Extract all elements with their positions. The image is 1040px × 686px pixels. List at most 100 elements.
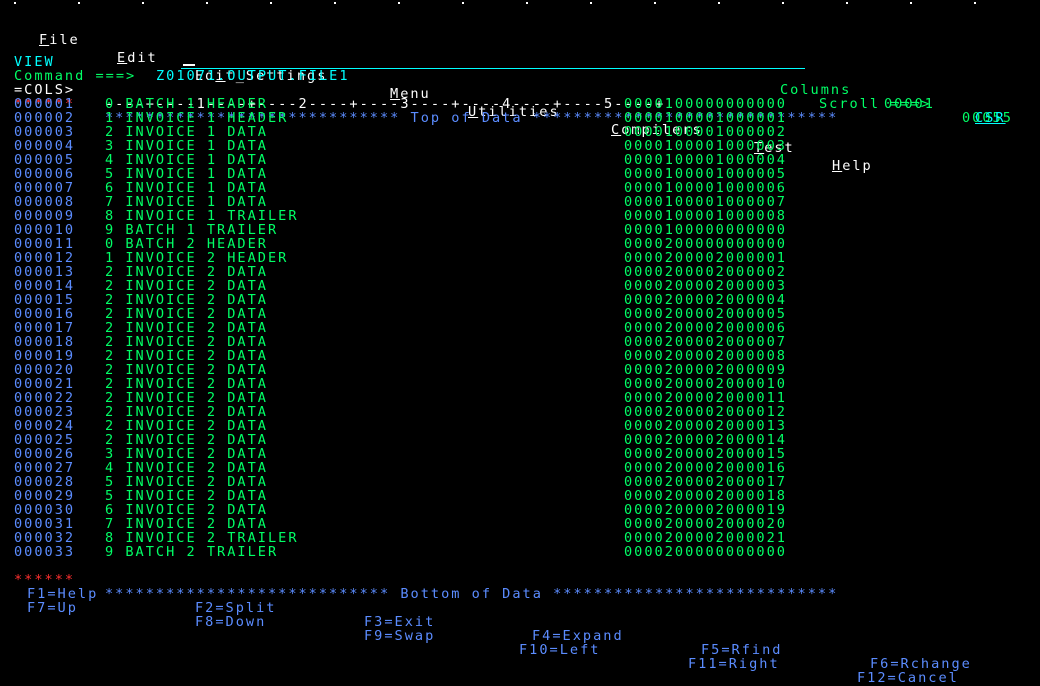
record-text[interactable]: 2 INVOICE 2 DATA <box>105 363 268 377</box>
record-number[interactable]: 0000100001000003 <box>624 139 787 153</box>
line-number[interactable]: 000009 <box>14 209 75 223</box>
line-number[interactable]: 000012 <box>14 251 75 265</box>
record-text[interactable]: 2 INVOICE 2 DATA <box>105 349 268 363</box>
record-text[interactable]: 2 INVOICE 2 DATA <box>105 321 268 335</box>
record-number[interactable]: 0000200002000010 <box>624 377 787 391</box>
table-row[interactable]: 000020 2 INVOICE 2 DATA 0000200002000009 <box>0 363 1040 377</box>
line-number[interactable]: 000018 <box>14 335 75 349</box>
line-number[interactable]: 000005 <box>14 153 75 167</box>
table-row[interactable]: 000031 7 INVOICE 2 DATA 0000200002000020 <box>0 517 1040 531</box>
record-number[interactable]: 0000200002000002 <box>624 265 787 279</box>
record-number[interactable]: 0000200002000001 <box>624 251 787 265</box>
pf9-swap-key[interactable]: F9=Swap <box>364 629 435 643</box>
pf8-down-key[interactable]: F8=Down <box>195 615 266 629</box>
record-number[interactable]: 0000100000000000 <box>624 223 787 237</box>
record-text[interactable]: 9 BATCH 1 TRAILER <box>105 223 278 237</box>
record-text[interactable]: 4 INVOICE 2 DATA <box>105 461 268 475</box>
record-number[interactable]: 0000200002000012 <box>624 405 787 419</box>
line-number[interactable]: 000003 <box>14 125 75 139</box>
record-text[interactable]: 2 INVOICE 2 DATA <box>105 293 268 307</box>
record-text[interactable]: 7 INVOICE 2 DATA <box>105 517 268 531</box>
table-row[interactable]: 000006 5 INVOICE 1 DATA 0000100001000005 <box>0 167 1040 181</box>
record-text[interactable]: 1 INVOICE 1 HEADER <box>105 111 288 125</box>
record-number[interactable]: 0000200002000011 <box>624 391 787 405</box>
record-text[interactable]: 1 INVOICE 2 HEADER <box>105 251 288 265</box>
table-row[interactable]: 000026 3 INVOICE 2 DATA 0000200002000015 <box>0 447 1040 461</box>
table-row[interactable]: 000028 5 INVOICE 2 DATA 0000200002000017 <box>0 475 1040 489</box>
table-row[interactable]: 000004 3 INVOICE 1 DATA 0000100001000003 <box>0 139 1040 153</box>
record-number[interactable]: 0000200002000009 <box>624 363 787 377</box>
record-text[interactable]: 2 INVOICE 2 DATA <box>105 265 268 279</box>
table-row[interactable]: 000009 8 INVOICE 1 TRAILER 000010000100000… <box>0 209 1040 223</box>
record-text[interactable]: 2 INVOICE 2 DATA <box>105 419 268 433</box>
record-text[interactable]: 8 INVOICE 2 TRAILER <box>105 531 299 545</box>
table-row[interactable]: 000008 7 INVOICE 1 DATA 0000100001000007 <box>0 195 1040 209</box>
pf11-right-key[interactable]: F11=Right <box>688 657 780 671</box>
table-row[interactable]: 000010 9 BATCH 1 TRAILER 0000100000000000 <box>0 223 1040 237</box>
record-number[interactable]: 0000200002000017 <box>624 475 787 489</box>
line-number[interactable]: 000017 <box>14 321 75 335</box>
line-number[interactable]: 000030 <box>14 503 75 517</box>
record-number[interactable]: 0000200002000014 <box>624 433 787 447</box>
line-number[interactable]: 000029 <box>14 489 75 503</box>
record-number[interactable]: 0000100001000006 <box>624 181 787 195</box>
record-text[interactable]: 2 INVOICE 2 DATA <box>105 279 268 293</box>
record-text[interactable]: 2 INVOICE 2 DATA <box>105 405 268 419</box>
record-number[interactable]: 0000200002000018 <box>624 489 787 503</box>
table-row[interactable]: 000018 2 INVOICE 2 DATA 0000200002000007 <box>0 335 1040 349</box>
record-number[interactable]: 0000200002000005 <box>624 307 787 321</box>
line-number[interactable]: 000026 <box>14 447 75 461</box>
table-row[interactable]: 000023 2 INVOICE 2 DATA 0000200002000012 <box>0 405 1040 419</box>
pf4-expand-key[interactable]: F4=Expand <box>532 629 624 643</box>
record-number[interactable]: 0000200002000007 <box>624 335 787 349</box>
pf2-split-key[interactable]: F2=Split <box>195 601 276 615</box>
record-text[interactable]: 3 INVOICE 1 DATA <box>105 139 268 153</box>
line-number[interactable]: 000007 <box>14 181 75 195</box>
line-number[interactable]: 000021 <box>14 377 75 391</box>
line-number[interactable]: 000022 <box>14 391 75 405</box>
line-number[interactable]: 000008 <box>14 195 75 209</box>
record-text[interactable]: 2 INVOICE 2 DATA <box>105 307 268 321</box>
record-text[interactable]: 5 INVOICE 2 DATA <box>105 489 268 503</box>
table-row[interactable]: 000022 2 INVOICE 2 DATA 0000200002000011 <box>0 391 1040 405</box>
record-text[interactable]: 7 INVOICE 1 DATA <box>105 195 268 209</box>
record-text[interactable]: 0 BATCH 1 HEADER <box>105 97 268 111</box>
record-text[interactable]: 4 INVOICE 1 DATA <box>105 153 268 167</box>
line-number[interactable]: 000001 <box>14 97 75 111</box>
line-number[interactable]: 000028 <box>14 475 75 489</box>
record-number[interactable]: 0000200002000008 <box>624 349 787 363</box>
line-number[interactable]: 000014 <box>14 279 75 293</box>
table-row[interactable]: 000005 4 INVOICE 1 DATA 0000100001000004 <box>0 153 1040 167</box>
table-row[interactable]: 000027 4 INVOICE 2 DATA 0000200002000016 <box>0 461 1040 475</box>
record-number[interactable]: 0000100001000007 <box>624 195 787 209</box>
line-number[interactable]: 000013 <box>14 265 75 279</box>
record-text[interactable]: 9 BATCH 2 TRAILER <box>105 545 278 559</box>
record-number[interactable]: 0000200002000020 <box>624 517 787 531</box>
table-row[interactable]: 000033 9 BATCH 2 TRAILER 0000200000000000 <box>0 545 1040 559</box>
record-number[interactable]: 0000200002000019 <box>624 503 787 517</box>
table-row[interactable]: 000025 2 INVOICE 2 DATA 0000200002000014 <box>0 433 1040 447</box>
line-number[interactable]: 000033 <box>14 545 75 559</box>
line-number[interactable]: 000024 <box>14 419 75 433</box>
record-number[interactable]: 0000200000000000 <box>624 545 787 559</box>
line-number[interactable]: 000031 <box>14 517 75 531</box>
line-number[interactable]: 000025 <box>14 433 75 447</box>
record-number[interactable]: 0000200002000015 <box>624 447 787 461</box>
record-text[interactable]: 2 INVOICE 2 DATA <box>105 433 268 447</box>
pf12-cancel-key[interactable]: F12=Cancel <box>857 671 959 685</box>
record-number[interactable]: 0000200002000006 <box>624 321 787 335</box>
line-number[interactable]: 000016 <box>14 307 75 321</box>
table-row[interactable]: 000011 0 BATCH 2 HEADER 0000200000000000 <box>0 237 1040 251</box>
record-number[interactable]: 0000100001000001 <box>624 111 787 125</box>
record-number[interactable]: 0000200002000013 <box>624 419 787 433</box>
record-number[interactable]: 0000100001000004 <box>624 153 787 167</box>
table-row[interactable]: 000032 8 INVOICE 2 TRAILER 000020000200002… <box>0 531 1040 545</box>
table-row[interactable]: 000024 2 INVOICE 2 DATA 0000200002000013 <box>0 419 1040 433</box>
record-text[interactable]: 8 INVOICE 1 TRAILER <box>105 209 299 223</box>
line-number[interactable]: 000004 <box>14 139 75 153</box>
record-text[interactable]: 6 INVOICE 2 DATA <box>105 503 268 517</box>
table-row[interactable]: 000002 1 INVOICE 1 HEADER 0000100001000001 <box>0 111 1040 125</box>
pf6-rchange-key[interactable]: F6=Rchange <box>870 657 972 671</box>
record-text[interactable]: 5 INVOICE 1 DATA <box>105 167 268 181</box>
record-text[interactable]: 0 BATCH 2 HEADER <box>105 237 268 251</box>
